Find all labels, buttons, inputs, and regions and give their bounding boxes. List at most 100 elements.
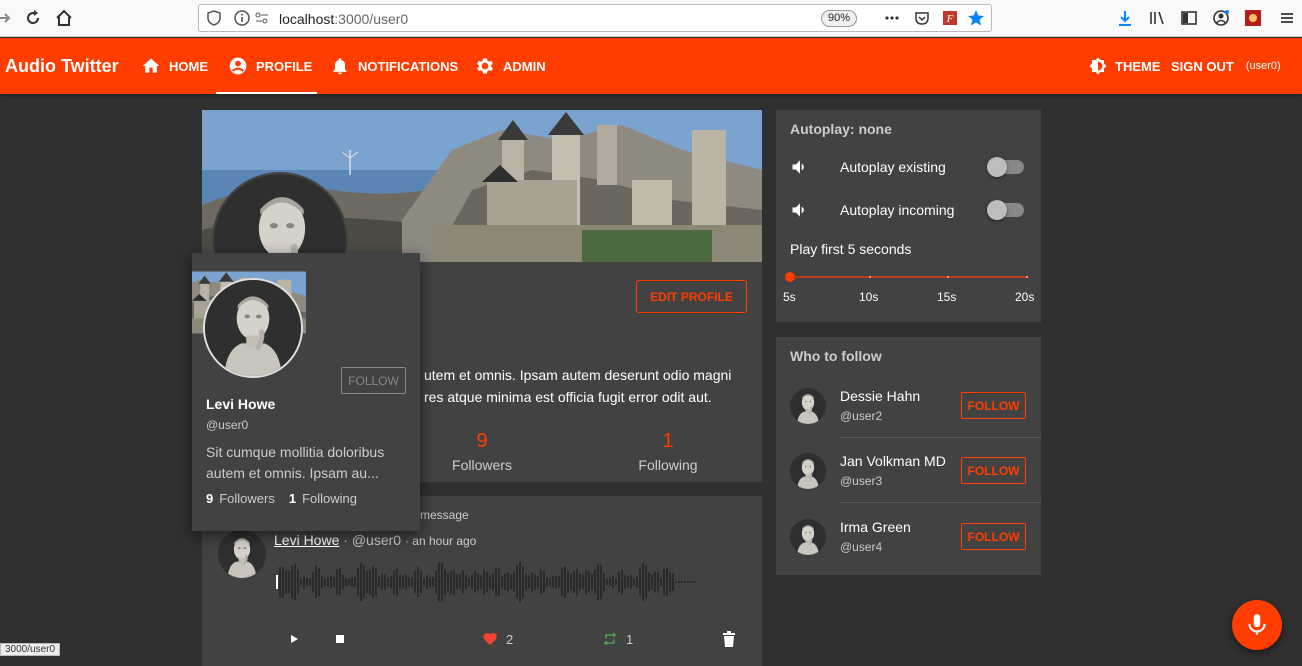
theme-button[interactable]: THEME xyxy=(1089,38,1161,94)
waveform-bar xyxy=(681,581,683,583)
nav-notifications[interactable]: NOTIFICATIONS xyxy=(330,38,458,94)
waveform-bar xyxy=(402,575,404,589)
nav-profile[interactable]: PROFILE xyxy=(228,38,312,94)
hover-following[interactable]: 1 Following xyxy=(289,491,357,506)
waveform-bar xyxy=(528,575,530,589)
waveform-bar xyxy=(348,578,350,586)
reload-icon[interactable] xyxy=(23,8,43,28)
delete-button[interactable] xyxy=(722,630,736,648)
tweet-avatar[interactable] xyxy=(218,530,266,578)
seconds-slider-track[interactable] xyxy=(790,276,1027,278)
home-browser-icon[interactable] xyxy=(54,8,74,28)
seconds-slider-thumb[interactable] xyxy=(785,272,795,282)
hover-avatar[interactable] xyxy=(203,278,303,378)
nav-home[interactable]: HOME xyxy=(141,38,208,94)
follow-button[interactable]: FOLLOW xyxy=(961,392,1026,419)
followers-stat[interactable]: 9 Followers xyxy=(412,430,552,473)
waveform-bar xyxy=(579,573,581,591)
browser-toolbar: localhost:3000/user0 90% F xyxy=(0,0,1302,37)
waveform-bar xyxy=(537,576,539,588)
following-stat[interactable]: 1 Following xyxy=(598,430,738,473)
hover-followers[interactable]: 9 Followers xyxy=(206,491,275,506)
hover-user-name[interactable]: Levi Howe xyxy=(206,396,275,412)
tweet-note: message xyxy=(420,508,469,522)
forward-arrow-icon[interactable] xyxy=(0,8,14,28)
pocket-icon[interactable] xyxy=(913,9,931,27)
waveform-bar xyxy=(645,566,647,598)
waveform-bar xyxy=(354,576,356,588)
suggested-user-row: Jan Volkman MD @user3 FOLLOW xyxy=(776,439,1041,504)
divider xyxy=(840,437,1041,438)
waveform-bar xyxy=(642,563,644,601)
waveform-bar xyxy=(390,575,392,589)
download-icon[interactable] xyxy=(1116,9,1134,27)
hamburger-menu-icon[interactable] xyxy=(1278,9,1296,27)
waveform-bar xyxy=(555,575,557,589)
audio-waveform[interactable] xyxy=(274,554,704,610)
who-to-follow-title: Who to follow xyxy=(790,348,882,364)
edit-profile-button[interactable]: EDIT PROFILE xyxy=(636,280,747,313)
record-audio-button[interactable] xyxy=(1232,600,1282,650)
suggested-user-avatar[interactable] xyxy=(790,453,826,489)
info-icon[interactable] xyxy=(233,9,251,27)
tweet-header: Levi Howe · @user0 · an hour ago xyxy=(274,532,476,548)
retweet-button[interactable]: 1 xyxy=(602,630,633,648)
waveform-bar xyxy=(324,578,326,586)
follow-button[interactable]: FOLLOW xyxy=(961,523,1026,550)
nav-admin[interactable]: ADMIN xyxy=(475,38,546,94)
waveform-bar xyxy=(543,571,545,593)
volume-icon xyxy=(792,203,804,217)
zoom-level-badge[interactable]: 90% xyxy=(821,10,857,27)
autoplay-incoming-switch[interactable] xyxy=(987,200,1024,220)
like-button[interactable]: 2 xyxy=(482,630,513,648)
waveform-bar xyxy=(606,578,608,586)
permissions-icon[interactable] xyxy=(253,9,271,27)
suggested-user-name[interactable]: Irma Green xyxy=(840,519,911,535)
waveform-bar xyxy=(420,571,422,593)
slider-tick xyxy=(947,276,949,278)
tweet-author-link[interactable]: Levi Howe xyxy=(274,532,339,548)
play-button[interactable] xyxy=(288,630,300,648)
hover-followers-label: Followers xyxy=(219,491,275,506)
theme-label: THEME xyxy=(1115,58,1161,74)
suggested-user-name[interactable]: Dessie Hahn xyxy=(840,388,920,404)
brand-title[interactable]: Audio Twitter xyxy=(5,56,119,77)
nav-profile-label: PROFILE xyxy=(256,58,313,74)
waveform-bar xyxy=(651,574,653,590)
stop-button[interactable] xyxy=(334,630,346,648)
waveform-bar xyxy=(492,573,494,591)
autoplay-title: Autoplay: none xyxy=(790,121,892,137)
suggested-user-avatar[interactable] xyxy=(790,519,826,555)
waveform-bar xyxy=(549,578,551,586)
bookmark-star-icon[interactable] xyxy=(967,9,985,27)
extension-red-icon[interactable] xyxy=(1244,9,1262,27)
hover-follow-button[interactable]: FOLLOW xyxy=(341,367,406,394)
suggested-user-name[interactable]: Jan Volkman MD xyxy=(840,453,946,469)
library-icon[interactable] xyxy=(1148,9,1166,27)
volume-icon xyxy=(792,160,804,174)
account-circle-icon xyxy=(229,57,247,75)
hover-avatar-image xyxy=(205,280,301,376)
suggested-user-row: Irma Green @user4 FOLLOW xyxy=(776,505,1041,570)
autoplay-existing-switch[interactable] xyxy=(987,157,1024,177)
shield-icon[interactable] xyxy=(205,9,223,27)
account-icon[interactable] xyxy=(1212,9,1230,27)
waveform-bar xyxy=(321,575,323,589)
waveform-bar xyxy=(393,569,395,595)
status-url-tooltip: 3000/user0 xyxy=(0,643,61,656)
more-dots-icon[interactable] xyxy=(883,9,901,27)
sidebar-icon[interactable] xyxy=(1180,9,1198,27)
waveform-bar xyxy=(591,573,593,591)
waveform-bar xyxy=(513,572,515,592)
follow-button[interactable]: FOLLOW xyxy=(961,457,1026,484)
signout-button[interactable]: SIGN OUT (user0) xyxy=(1171,38,1281,94)
suggested-user-avatar[interactable] xyxy=(790,388,826,424)
url-bar[interactable]: localhost:3000/user0 90% F xyxy=(198,4,992,32)
waveform-bar xyxy=(360,562,362,602)
waveform-bar xyxy=(342,574,344,590)
extension-f-icon[interactable]: F xyxy=(941,9,959,27)
waveform-bar xyxy=(339,568,341,596)
waveform-bar xyxy=(291,565,293,599)
waveform-bar xyxy=(624,575,626,589)
waveform-bar xyxy=(387,577,389,587)
